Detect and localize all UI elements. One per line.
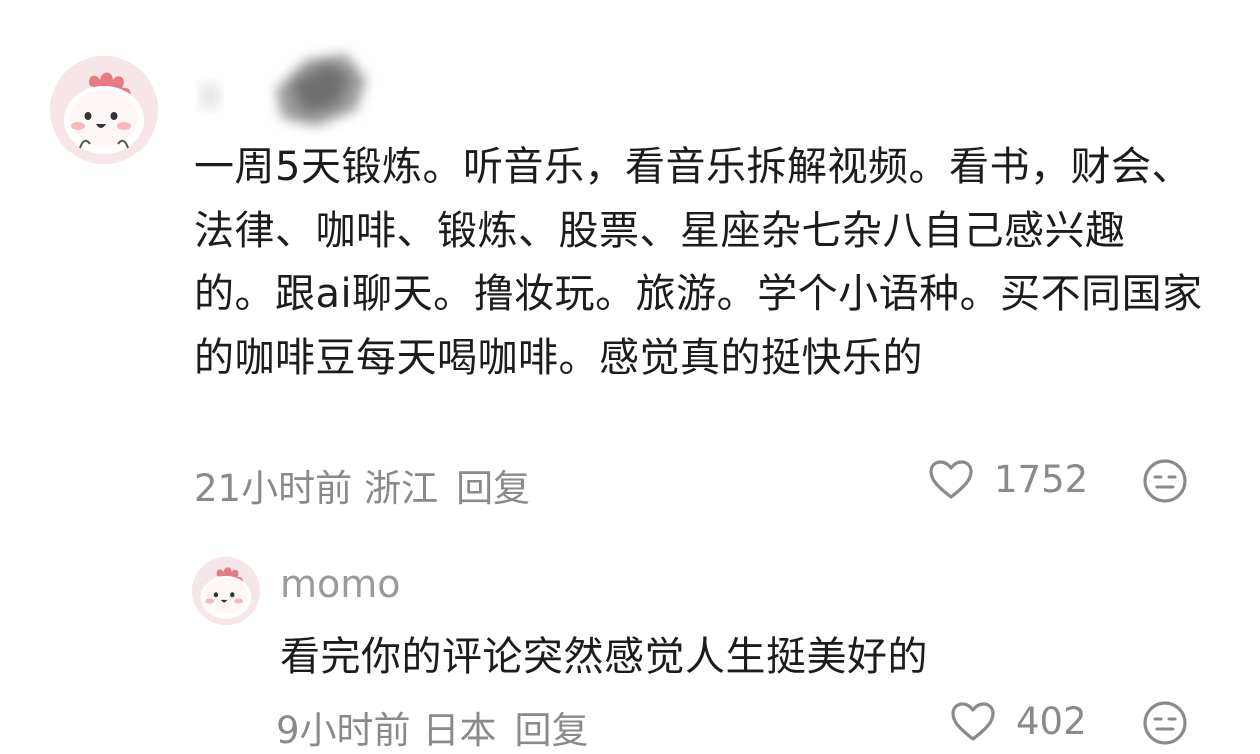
cute-creature-icon [50, 56, 158, 164]
comment-text: 一周5天锻炼。听音乐，看音乐拆解视频。看书，财会、法律、咖啡、锻炼、股票、星座杂… [194, 144, 1203, 381]
username-redacted[interactable] [196, 40, 386, 136]
reply-button[interactable]: 回复 [456, 467, 530, 510]
reply-like-button[interactable]: 402 [950, 700, 1087, 743]
heart-icon [929, 459, 973, 499]
comment-meta: 21小时前 浙江 回复 [194, 458, 542, 512]
reply-reaction-button[interactable] [1142, 700, 1188, 750]
reply-time: 9小时前 [276, 709, 411, 752]
reply-location: 日本 [422, 709, 497, 752]
comment-time: 21小时前 [194, 467, 353, 510]
heart-icon [951, 701, 995, 741]
neutral-face-icon [1143, 459, 1187, 503]
reply-avatar[interactable] [192, 557, 260, 625]
reply-reply-button[interactable]: 回复 [515, 709, 589, 752]
cute-creature-icon [192, 557, 260, 625]
avatar[interactable] [50, 56, 158, 164]
neutral-face-icon [1143, 701, 1187, 745]
reply-text: 看完你的评论突然感觉人生挺美好的 [280, 634, 928, 680]
like-button[interactable]: 1752 [928, 458, 1088, 501]
like-count: 1752 [994, 458, 1089, 501]
reply-username[interactable]: momo [280, 562, 401, 606]
reply-meta: 9小时前 日本 回复 [276, 700, 601, 754]
comment-location: 浙江 [364, 467, 439, 510]
reply-like-count: 402 [1016, 700, 1087, 743]
reaction-button[interactable] [1142, 458, 1188, 508]
